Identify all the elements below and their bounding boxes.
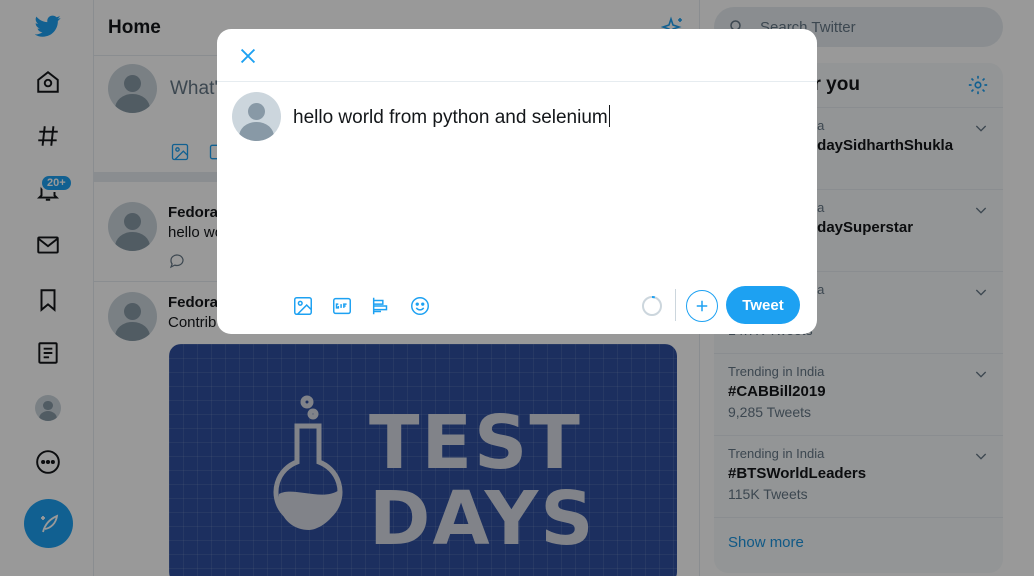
close-icon [240,48,256,64]
avatar [232,92,281,141]
smiley-icon [411,297,429,315]
poll-icon [372,297,388,315]
modal-header [217,29,817,82]
gif-button[interactable] [329,293,355,319]
modal-toolbar [290,293,433,319]
tweet-draft-text: hello world from python and selenium [293,107,608,128]
plus-icon [696,300,708,312]
close-button[interactable] [231,39,265,73]
media-button[interactable] [290,293,316,319]
image-icon [294,297,312,315]
gif-icon [333,297,351,315]
toolbar-divider [675,289,676,321]
compose-tweet-modal: hello world from python and selenium Twe… [217,29,817,334]
emoji-button[interactable] [407,293,433,319]
tweet-button[interactable]: Tweet [726,286,800,324]
tweet-text-input[interactable]: hello world from python and selenium [293,105,610,129]
character-count-ring [642,296,662,316]
text-caret [608,105,610,127]
add-tweet-button[interactable] [686,290,718,322]
poll-button[interactable] [368,293,394,319]
